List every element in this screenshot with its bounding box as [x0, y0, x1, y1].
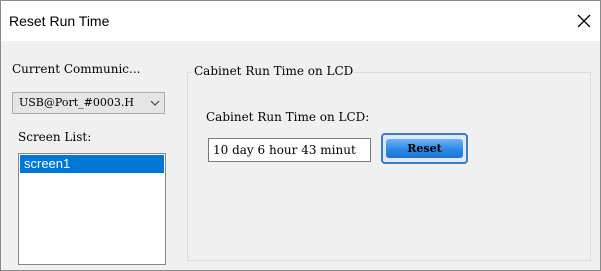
communication-port-select[interactable]: USB@Port_#0003.H — [12, 92, 165, 114]
screen-list[interactable]: screen1 — [18, 153, 166, 265]
chevron-down-icon — [150, 100, 160, 106]
current-communication-label: Current Communic... — [12, 62, 141, 76]
cabinet-run-time-group — [187, 72, 591, 261]
dialog-title: Reset Run Time — [9, 13, 110, 29]
cabinet-run-time-label: Cabinet Run Time on LCD: — [206, 110, 370, 124]
reset-button-label: Reset — [386, 139, 463, 158]
reset-button[interactable]: Reset — [381, 133, 468, 164]
run-time-value: 10 day 6 hour 43 minut — [213, 143, 356, 157]
communication-port-value: USB@Port_#0003.H — [19, 96, 134, 109]
close-icon — [577, 14, 591, 28]
group-legend: Cabinet Run Time on LCD — [192, 64, 356, 78]
run-time-field[interactable]: 10 day 6 hour 43 minut — [208, 138, 371, 162]
title-bar: Reset Run Time — [1, 1, 600, 41]
list-item[interactable]: screen1 — [20, 155, 164, 173]
close-button[interactable] — [572, 9, 596, 33]
screen-list-label: Screen List: — [18, 130, 92, 144]
